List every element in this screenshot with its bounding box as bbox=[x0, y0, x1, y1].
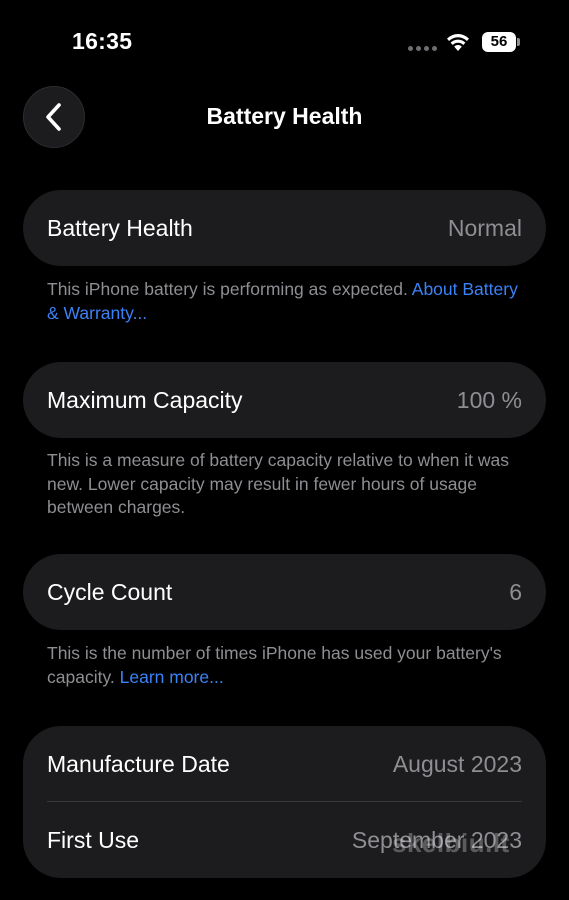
maximum-capacity-footnote: This is a measure of battery capacity re… bbox=[47, 450, 510, 517]
maximum-capacity-row: Maximum Capacity 100 % bbox=[23, 362, 546, 438]
cycle-count-description: This is the number of times iPhone has u… bbox=[47, 643, 502, 687]
cycle-count-footnote: This is the number of times iPhone has u… bbox=[47, 642, 527, 689]
cycle-count-row: Cycle Count 6 bbox=[23, 554, 546, 630]
cycle-count-label: Cycle Count bbox=[47, 578, 173, 605]
maximum-capacity-card: Maximum Capacity 100 % bbox=[23, 362, 546, 438]
manufacture-date-row: Manufacture Date August 2023 bbox=[23, 726, 546, 802]
watermark: skelbiu.lt bbox=[392, 828, 510, 858]
learn-more-link[interactable]: Learn more... bbox=[120, 667, 224, 687]
cellular-signal-icon bbox=[408, 46, 437, 51]
manufacture-date-value: August 2023 bbox=[392, 750, 522, 777]
cycle-count-value: 6 bbox=[509, 578, 522, 605]
status-time: 16:35 bbox=[72, 28, 133, 54]
cycle-count-card: Cycle Count 6 bbox=[23, 554, 546, 630]
battery-health-description: This iPhone battery is performing as exp… bbox=[47, 279, 412, 299]
battery-health-card: Battery Health Normal bbox=[23, 190, 546, 266]
maximum-capacity-label: Maximum Capacity bbox=[47, 386, 243, 413]
battery-health-row: Battery Health Normal bbox=[23, 190, 546, 266]
battery-icon: 56 bbox=[482, 32, 520, 52]
first-use-label: First Use bbox=[47, 826, 139, 853]
battery-level: 56 bbox=[482, 32, 516, 52]
page-title: Battery Health bbox=[206, 103, 363, 129]
wifi-icon bbox=[447, 34, 469, 51]
battery-health-label: Battery Health bbox=[47, 214, 193, 241]
status-bar: 16:35 56 bbox=[0, 0, 569, 80]
battery-health-value: Normal bbox=[447, 214, 522, 241]
battery-health-footnote: This iPhone battery is performing as exp… bbox=[47, 278, 527, 325]
manufacture-date-label: Manufacture Date bbox=[47, 750, 230, 777]
maximum-capacity-value: 100 % bbox=[456, 386, 522, 413]
